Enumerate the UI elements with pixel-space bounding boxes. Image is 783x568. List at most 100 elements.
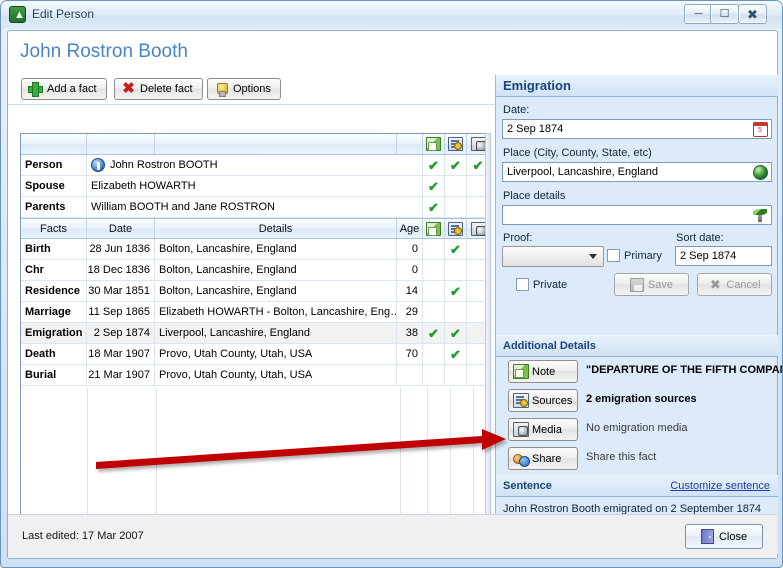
column-header-details[interactable]: Details — [155, 219, 397, 238]
save-button[interactable]: Save — [614, 273, 689, 296]
globe-icon[interactable] — [753, 165, 768, 180]
fact-sources-cell[interactable]: ✔ — [445, 239, 467, 259]
place-tag-icon[interactable] — [753, 208, 768, 223]
header-blank-4 — [397, 134, 423, 154]
info-row-note-cell[interactable]: ✔ — [423, 155, 445, 175]
fact-details-cell: Provo, Utah County, Utah, USA — [155, 365, 397, 385]
info-row-note-cell[interactable]: ✔ — [423, 176, 445, 196]
emigration-section-header: Emigration — [496, 75, 778, 97]
sentence-section-header: Sentence Customize sentence — [496, 475, 778, 497]
info-row[interactable]: Spouse Elizabeth HOWARTH ✔ — [21, 176, 489, 197]
media-icon — [513, 422, 529, 437]
fact-details-cell: Provo, Utah County, Utah, USA — [155, 344, 397, 364]
sort-date-field[interactable]: 2 Sep 1874 — [675, 246, 772, 266]
place-details-label: Place details — [503, 190, 566, 202]
note-button[interactable]: Note — [508, 360, 578, 383]
close-button[interactable]: ✖ — [738, 4, 767, 24]
column-header-age[interactable]: Age — [397, 219, 423, 238]
minimize-button[interactable]: ─ — [684, 4, 713, 24]
table-row[interactable]: Marriage 11 Sep 1865 Elizabeth HOWARTH - B… — [21, 302, 489, 323]
fact-date-cell: 21 Mar 1907 — [87, 365, 155, 385]
additional-detail-row: Note "DEPARTURE OF THE FIFTH COMPAN — [496, 358, 782, 386]
info-row[interactable]: Parents William BOOTH and Jane ROSTRON ✔ — [21, 197, 489, 218]
check-icon: ✔ — [472, 157, 484, 173]
grid-scrollbar[interactable] — [485, 133, 491, 554]
fact-note-cell[interactable]: ✔ — [423, 323, 445, 343]
info-row[interactable]: Person John Rostron BOOTH ✔ ✔ ✔ — [21, 155, 489, 176]
table-row[interactable]: Death 18 Mar 1907 Provo, Utah County, Utah… — [21, 344, 489, 365]
column-header-facts[interactable]: Facts — [21, 219, 87, 238]
place-field[interactable]: Liverpool, Lancashire, England — [502, 162, 772, 182]
column-header-note-icon[interactable] — [423, 219, 445, 238]
close-dialog-button[interactable]: Close — [685, 524, 763, 549]
info-row-sources-cell[interactable] — [445, 176, 467, 196]
gear-icon — [213, 81, 230, 97]
fact-sources-cell[interactable]: ✔ — [445, 323, 467, 343]
media-button[interactable]: Media — [508, 418, 578, 441]
fact-rows: Birth 28 Jun 1836 Bolton, Lancashire, Engl… — [21, 239, 489, 386]
info-row-label: Parents — [21, 197, 87, 217]
fact-age-cell: 29 — [397, 302, 423, 322]
fact-age-cell: 70 — [397, 344, 423, 364]
fact-note-cell[interactable] — [423, 344, 445, 364]
header-sources-icon[interactable] — [445, 134, 467, 154]
check-icon: ✔ — [428, 199, 439, 215]
last-edited-label: Last edited: 17 Mar 2007 — [22, 530, 144, 542]
fact-name-cell: Residence — [21, 281, 87, 301]
fact-note-cell[interactable] — [423, 239, 445, 259]
fact-sources-cell[interactable] — [445, 302, 467, 322]
info-row-sources-cell[interactable]: ✔ — [445, 155, 467, 175]
customize-sentence-link[interactable]: Customize sentence — [670, 480, 770, 492]
facts-grid[interactable]: Person John Rostron BOOTH ✔ ✔ ✔ Spouse Elizabe… — [20, 133, 490, 554]
fact-sources-cell[interactable] — [445, 260, 467, 280]
table-row[interactable]: Emigration 2 Sep 1874 Liverpool, Lancashir… — [21, 323, 489, 344]
fact-sources-cell[interactable]: ✔ — [445, 281, 467, 301]
media-button-label: Media — [532, 423, 562, 436]
sources-button[interactable]: Sources — [508, 389, 578, 412]
fact-note-cell[interactable] — [423, 260, 445, 280]
column-header-date[interactable]: Date — [87, 219, 155, 238]
sort-date-value: 2 Sep 1874 — [680, 250, 737, 262]
info-row-sources-cell[interactable] — [445, 197, 467, 217]
fact-date-cell: 18 Dec 1836 — [87, 260, 155, 280]
proof-label: Proof: — [503, 232, 533, 244]
additional-details-title: Additional Details — [503, 339, 596, 352]
person-icon — [91, 158, 105, 172]
fact-age-cell: 0 — [397, 239, 423, 259]
calendar-icon[interactable] — [753, 122, 768, 137]
proof-dropdown[interactable] — [502, 246, 604, 267]
place-details-field[interactable] — [502, 205, 772, 225]
primary-checkbox[interactable]: Primary — [607, 249, 662, 262]
share-button[interactable]: Share — [508, 447, 578, 470]
table-row[interactable]: Residence 30 Mar 1851 Bolton, Lancashire, … — [21, 281, 489, 302]
fact-age-cell: 38 — [397, 323, 423, 343]
column-header-sources-icon[interactable] — [445, 219, 467, 238]
fact-note-cell[interactable] — [423, 365, 445, 385]
fact-sources-cell[interactable]: ✔ — [445, 344, 467, 364]
cancel-button[interactable]: ✖ Cancel — [697, 273, 772, 296]
table-row[interactable]: Birth 28 Jun 1836 Bolton, Lancashire, Engl… — [21, 239, 489, 260]
delete-fact-button[interactable]: ✖ Delete fact — [114, 78, 203, 100]
page-title: John Rostron Booth — [20, 41, 188, 62]
add-a-fact-button[interactable]: Add a fact — [21, 78, 107, 100]
date-field[interactable]: 2 Sep 1874 — [502, 119, 772, 139]
fact-sources-cell[interactable] — [445, 365, 467, 385]
private-checkbox[interactable]: Private — [516, 278, 567, 291]
options-button[interactable]: Options — [207, 78, 281, 100]
note-icon — [513, 364, 529, 379]
header-note-icon[interactable] — [423, 134, 445, 154]
info-row-note-cell[interactable]: ✔ — [423, 197, 445, 217]
primary-checkbox-box — [607, 249, 620, 262]
primary-label: Primary — [624, 249, 662, 262]
fact-details-cell: Bolton, Lancashire, England — [155, 281, 397, 301]
maximize-button[interactable]: ☐ — [710, 4, 739, 24]
fact-note-cell[interactable] — [423, 281, 445, 301]
header-blank-2 — [87, 134, 155, 154]
fact-note-cell[interactable] — [423, 302, 445, 322]
table-row[interactable]: Chr 18 Dec 1836 Bolton, Lancashire, Englan… — [21, 260, 489, 281]
door-exit-icon — [700, 529, 714, 544]
fact-date-cell: 18 Mar 1907 — [87, 344, 155, 364]
save-label: Save — [647, 278, 674, 291]
app-tree-icon: ▲ — [9, 6, 26, 23]
table-row[interactable]: Burial 21 Mar 1907 Provo, Utah County, Uta… — [21, 365, 489, 386]
